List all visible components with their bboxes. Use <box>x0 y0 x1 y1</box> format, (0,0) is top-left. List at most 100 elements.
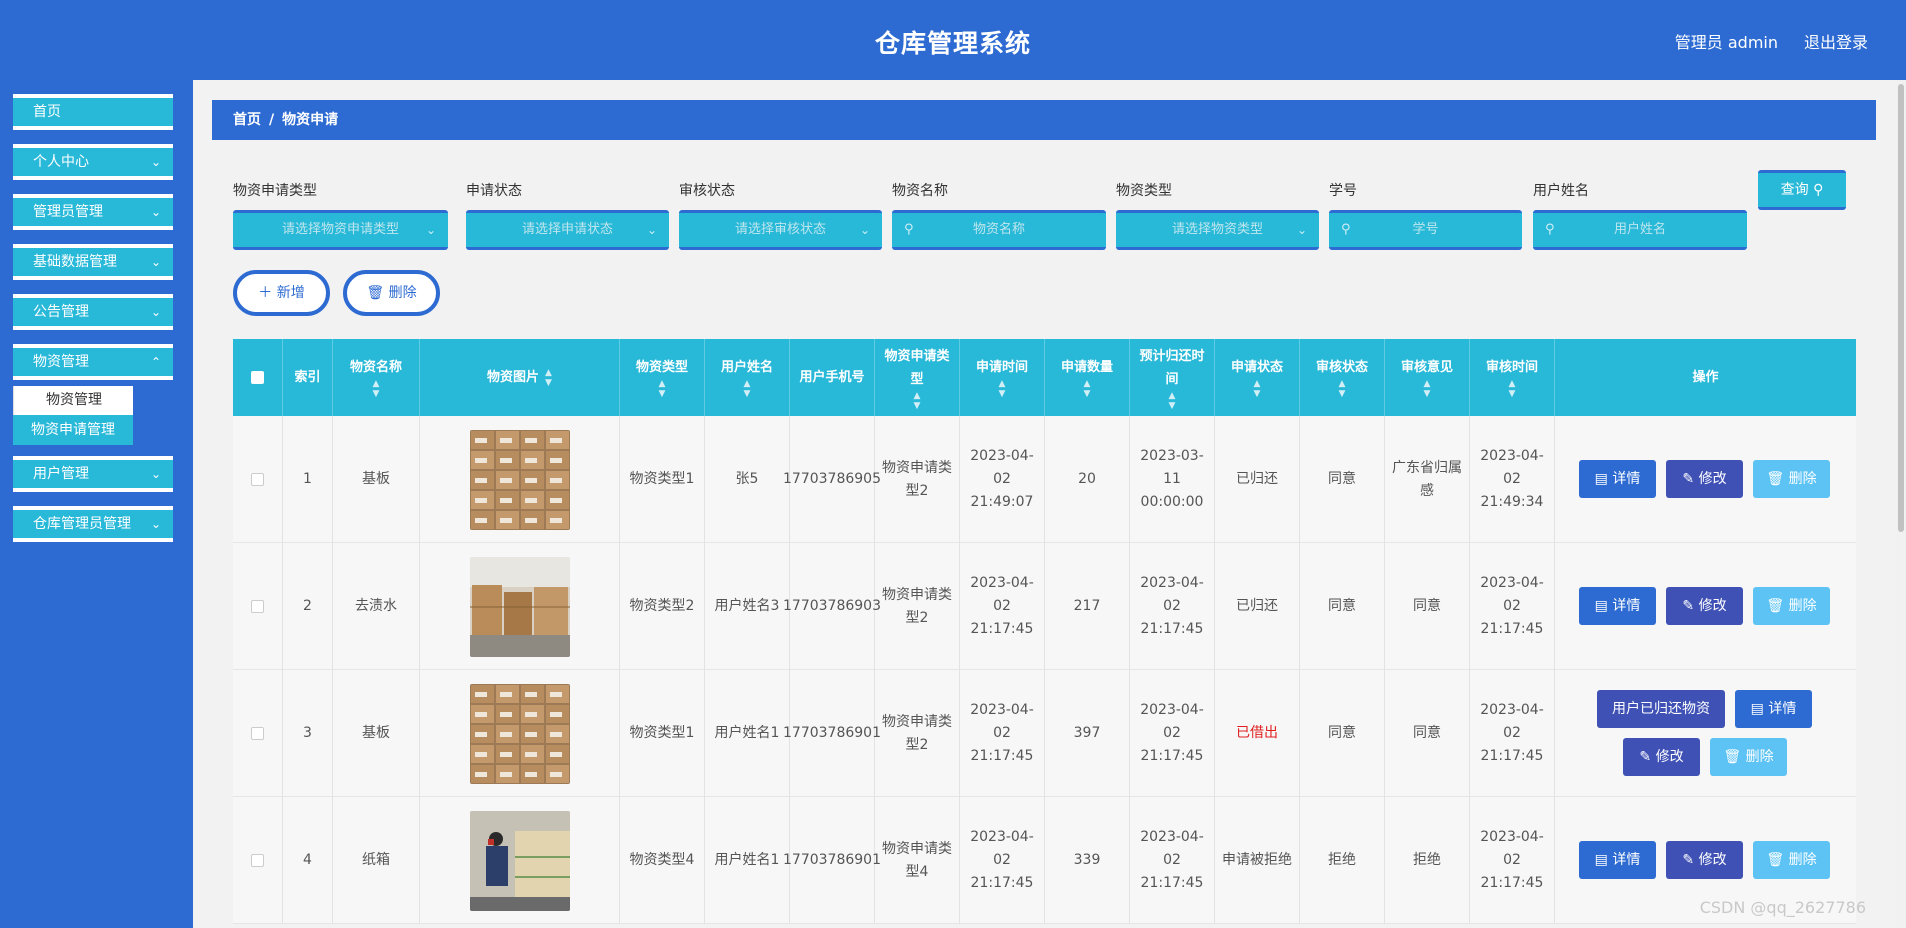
audit-status-select[interactable]: 请选择审核状态 ⌄ <box>679 210 882 250</box>
button-label: 详情 <box>1612 598 1641 614</box>
col-audit-opinion[interactable]: 审核意见 ▲ ▼ <box>1385 339 1470 416</box>
col-user-name[interactable]: 用户姓名 ▲ ▼ <box>705 339 790 416</box>
breadcrumb-home[interactable]: 首页 <box>233 112 261 128</box>
cell-text: 广东省归属感 <box>1392 459 1462 499</box>
col-apply-status[interactable]: 申请状态 ▲ ▼ <box>1215 339 1300 416</box>
trash-icon: 🗑 <box>1766 598 1785 614</box>
return-time-cell: 2023-04-02 21:17:45 <box>1130 797 1215 924</box>
select-placeholder: 请选择申请状态 <box>521 222 613 237</box>
sort-icon[interactable]: ▲ ▼ <box>1169 391 1176 411</box>
row-checkbox[interactable] <box>251 473 264 486</box>
cell-text: 同意 <box>1413 725 1441 741</box>
delete-button[interactable]: 🗑 删除 <box>1753 841 1830 879</box>
scrollbar-thumb[interactable] <box>1898 84 1904 532</box>
submenu-item-material-requests[interactable]: 物资申请管理 <box>13 415 133 445</box>
sort-icon[interactable]: ▲ ▼ <box>1339 379 1346 399</box>
edit-button[interactable]: ✎ 修改 <box>1666 460 1743 498</box>
logout-link[interactable]: 退出登录 <box>1804 29 1868 53</box>
document-icon: ▤ <box>1594 598 1608 614</box>
user-name-input[interactable]: ⚲ 用户姓名 <box>1533 210 1747 250</box>
cell-text: 217 <box>1073 598 1101 614</box>
submenu-item-materials[interactable]: 物资管理 <box>13 386 133 415</box>
audit-opinion-cell: 同意 <box>1385 543 1470 670</box>
col-label: 申请状态 <box>1230 360 1283 375</box>
apply-status-select[interactable]: 请选择申请状态 ⌄ <box>466 210 669 250</box>
sidebar-item-materials[interactable]: 物资管理 ⌃ <box>13 344 173 380</box>
sidebar-item-warehouse-admin[interactable]: 仓库管理员管理 ⌄ <box>13 506 173 542</box>
sort-icon[interactable]: ▲ ▼ <box>999 379 1006 399</box>
sort-icon[interactable]: ▲ ▼ <box>1254 379 1261 399</box>
add-button[interactable]: ＋ 新增 <box>233 270 330 316</box>
delete-button[interactable]: 🗑 删除 <box>1753 587 1830 625</box>
edit-button[interactable]: ✎ 修改 <box>1623 738 1700 776</box>
sort-icon[interactable]: ▲ ▼ <box>545 368 552 388</box>
sort-icon[interactable]: ▲ ▼ <box>373 379 380 399</box>
select-all-checkbox[interactable] <box>251 371 264 384</box>
apply-type-select[interactable]: 请选择物资申请类型 ⌄ <box>233 210 448 250</box>
row-checkbox[interactable] <box>251 727 264 740</box>
sidebar-item-notice[interactable]: 公告管理 ⌄ <box>13 294 173 330</box>
plus-icon: ＋ <box>258 285 273 301</box>
row-select-cell[interactable] <box>233 670 283 797</box>
col-label: 操作 <box>1692 370 1719 385</box>
sidebar-item-home[interactable]: 首页 <box>13 94 173 130</box>
page-scrollbar[interactable] <box>1896 80 1906 928</box>
sort-icon[interactable]: ▲ ▼ <box>1084 379 1091 399</box>
input-placeholder: 学号 <box>1412 222 1439 237</box>
chevron-down-icon: ⌄ <box>150 255 161 269</box>
col-material-type[interactable]: 物资类型 ▲ ▼ <box>620 339 705 416</box>
col-user-phone[interactable]: 用户手机号 <box>790 339 875 416</box>
col-audit-time[interactable]: 审核时间 ▲ ▼ <box>1470 339 1555 416</box>
col-material-photo[interactable]: 物资图片 ▲ ▼ <box>420 339 620 416</box>
phone-cell: 17703786901 <box>783 670 881 797</box>
row-select-cell[interactable] <box>233 543 283 670</box>
material-type-select[interactable]: 请选择物资类型 ⌄ <box>1116 210 1319 250</box>
row-select-cell[interactable] <box>233 797 283 924</box>
trash-icon: 🗑 <box>1766 852 1785 868</box>
sidebar-item-admin[interactable]: 管理员管理 ⌄ <box>13 194 173 230</box>
returned-button[interactable]: 用户已归还物资 <box>1597 690 1725 728</box>
edit-button[interactable]: ✎ 修改 <box>1666 841 1743 879</box>
query-label: 查询 <box>1780 182 1809 198</box>
col-apply-time[interactable]: 申请时间 ▲ ▼ <box>960 339 1045 416</box>
sidebar-item-profile[interactable]: 个人中心 ⌄ <box>13 144 173 180</box>
col-label: 索引 <box>294 370 321 385</box>
material-name-input[interactable]: ⚲ 物资名称 <box>892 210 1106 250</box>
col-return-time[interactable]: 预计归还时间 ▲ ▼ <box>1130 339 1215 416</box>
sort-icon[interactable]: ▲ ▼ <box>914 391 921 411</box>
sort-icon[interactable]: ▲ ▼ <box>659 379 666 399</box>
detail-button[interactable]: ▤ 详情 <box>1579 587 1656 625</box>
sort-icon[interactable]: ▲ ▼ <box>1424 379 1431 399</box>
user-name-cell: 用户姓名3 <box>705 543 790 670</box>
sidebar-item-label: 个人中心 <box>33 154 89 170</box>
audit-time-cell: 2023-04-02 21:49:34 <box>1470 416 1555 543</box>
query-button[interactable]: 查询 ⚲ <box>1758 170 1846 210</box>
cell-text: 339 <box>1073 852 1101 868</box>
row-select-cell[interactable] <box>233 416 283 543</box>
batch-delete-button[interactable]: 🗑 删除 <box>343 270 440 316</box>
input-placeholder: 用户姓名 <box>1613 222 1666 237</box>
col-material-name[interactable]: 物资名称 ▲ ▼ <box>333 339 420 416</box>
sort-icon[interactable]: ▲ ▼ <box>1509 379 1516 399</box>
col-apply-qty[interactable]: 申请数量 ▲ ▼ <box>1045 339 1130 416</box>
pencil-icon: ✎ <box>1682 598 1695 614</box>
student-id-input[interactable]: ⚲ 学号 <box>1329 210 1522 250</box>
select-all-cell[interactable] <box>233 339 283 416</box>
sort-icon[interactable]: ▲ ▼ <box>744 379 751 399</box>
edit-button[interactable]: ✎ 修改 <box>1666 587 1743 625</box>
col-label: 用户姓名 <box>720 360 773 375</box>
row-checkbox[interactable] <box>251 854 264 867</box>
sidebar-item-users[interactable]: 用户管理 ⌄ <box>13 456 173 492</box>
sidebar-item-basedata[interactable]: 基础数据管理 ⌄ <box>13 244 173 280</box>
detail-button[interactable]: ▤ 详情 <box>1579 460 1656 498</box>
sidebar-item-label: 用户管理 <box>33 466 89 482</box>
detail-button[interactable]: ▤ 详情 <box>1579 841 1656 879</box>
delete-button[interactable]: 🗑 删除 <box>1710 738 1787 776</box>
detail-button[interactable]: ▤ 详情 <box>1735 690 1812 728</box>
col-audit-status[interactable]: 审核状态 ▲ ▼ <box>1300 339 1385 416</box>
delete-button[interactable]: 🗑 删除 <box>1753 460 1830 498</box>
col-apply-type[interactable]: 物资申请类型 ▲ ▼ <box>875 339 960 416</box>
cell-text: 纸箱 <box>362 852 390 868</box>
row-checkbox[interactable] <box>251 600 264 613</box>
filter-student-id: 学号 ⚲ 学号 <box>1308 180 1522 250</box>
